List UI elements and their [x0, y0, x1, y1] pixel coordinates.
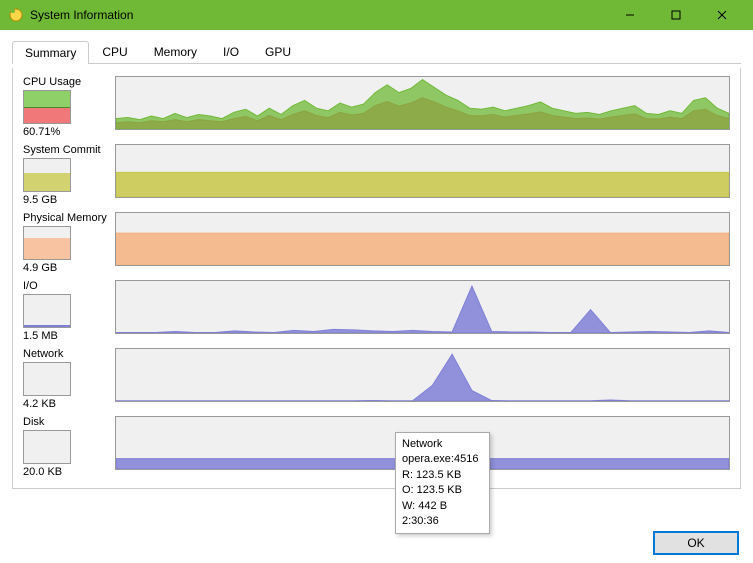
io-label: I/O: [23, 280, 115, 292]
network-chart[interactable]: [115, 348, 730, 402]
window-title: System Information: [30, 8, 607, 22]
disk-swatch: [23, 430, 71, 464]
tooltip-line: W: 442 B: [402, 499, 483, 514]
ok-button[interactable]: OK: [653, 531, 739, 555]
tooltip-line: 2:30:36: [402, 514, 483, 529]
tab-bar: Summary CPU Memory I/O GPU: [12, 40, 741, 64]
disk-value: 20.0 KB: [23, 466, 115, 478]
disk-label: Disk: [23, 416, 115, 428]
tooltip-line: Network: [402, 437, 483, 452]
physmem-chart[interactable]: [115, 212, 730, 266]
commit-label: System Commit: [23, 144, 115, 156]
network-label: Network: [23, 348, 115, 360]
io-value: 1.5 MB: [23, 330, 115, 342]
io-swatch: [23, 294, 71, 328]
tab-summary[interactable]: Summary: [12, 41, 89, 64]
tab-memory[interactable]: Memory: [141, 40, 210, 63]
cpu-chart[interactable]: [115, 76, 730, 130]
commit-value: 9.5 GB: [23, 194, 115, 206]
titlebar: System Information: [0, 0, 753, 30]
tooltip-line: O: 123.5 KB: [402, 483, 483, 498]
physmem-value: 4.9 GB: [23, 262, 115, 274]
network-tooltip: Network opera.exe:4516 R: 123.5 KB O: 12…: [395, 432, 490, 534]
close-button[interactable]: [699, 0, 745, 30]
tab-cpu[interactable]: CPU: [89, 40, 140, 63]
cpu-value: 60.71%: [23, 126, 115, 138]
network-swatch: [23, 362, 71, 396]
tab-io[interactable]: I/O: [210, 40, 252, 63]
summary-panel: CPU Usage 60.71% System Commit 9.5 GB Ph…: [12, 68, 741, 489]
app-icon: [8, 7, 24, 23]
tab-gpu[interactable]: GPU: [252, 40, 304, 63]
tooltip-line: opera.exe:4516: [402, 452, 483, 467]
cpu-label: CPU Usage: [23, 76, 115, 88]
physmem-swatch: [23, 226, 71, 260]
cpu-swatch: [23, 90, 71, 124]
minimize-button[interactable]: [607, 0, 653, 30]
commit-swatch: [23, 158, 71, 192]
physmem-label: Physical Memory: [23, 212, 115, 224]
commit-chart[interactable]: [115, 144, 730, 198]
network-value: 4.2 KB: [23, 398, 115, 410]
tooltip-line: R: 123.5 KB: [402, 468, 483, 483]
maximize-button[interactable]: [653, 0, 699, 30]
io-chart[interactable]: [115, 280, 730, 334]
